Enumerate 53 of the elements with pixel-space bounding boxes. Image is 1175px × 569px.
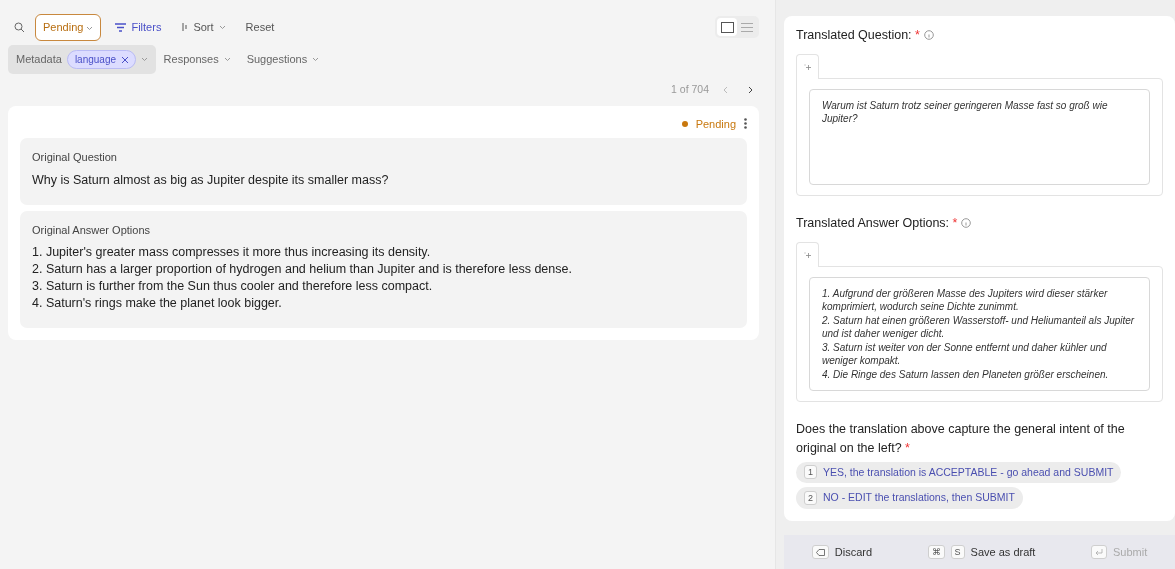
field-text: 4. Saturn's rings make the planet look bigger. bbox=[32, 295, 283, 312]
sparkle-tab[interactable] bbox=[796, 53, 819, 79]
caret-icon bbox=[223, 56, 231, 62]
caret-icon bbox=[140, 56, 148, 62]
question-title: Does the translation above capture the general intent of the original on the left? * bbox=[796, 421, 1126, 457]
sparkle-icon bbox=[804, 251, 811, 259]
answer-field[interactable]: Warum ist Saturn trotz seiner geringeren Masse fast so groß wie Jupiter? bbox=[809, 88, 1150, 185]
info-icon bbox=[961, 218, 972, 229]
sparkle-tab[interactable] bbox=[796, 241, 819, 267]
field-text: 2. Saturn has a larger proportion of hydrogen and helium than Jupiter and is therefore less dense. bbox=[32, 261, 573, 278]
field-title: Original Question bbox=[32, 150, 118, 165]
caret-icon bbox=[86, 25, 94, 31]
sparkle-icon bbox=[804, 64, 811, 72]
filters-button[interactable]: Filters bbox=[109, 15, 168, 40]
sort-button[interactable]: Sort bbox=[175, 15, 232, 40]
chevron-right-icon bbox=[748, 85, 753, 94]
card-view-toggle[interactable] bbox=[717, 18, 737, 37]
question-title: Translated Question: * bbox=[796, 27, 920, 44]
question-title: Translated Answer Options: * bbox=[796, 214, 958, 232]
filter-label: Responses bbox=[163, 51, 219, 67]
filter-dropdown[interactable]: Metadata language bbox=[8, 44, 156, 74]
record-status: Pending bbox=[695, 116, 736, 132]
caret-icon bbox=[312, 56, 320, 62]
square-icon bbox=[720, 21, 734, 33]
chevron-left-icon bbox=[723, 85, 728, 94]
more-icon bbox=[744, 118, 747, 130]
option-button[interactable]: 2 NO - EDIT the translations, then SUBMIT bbox=[796, 487, 1023, 509]
backspace-icon bbox=[815, 548, 825, 556]
filter-icon bbox=[115, 22, 127, 32]
discard-button[interactable]: Discard bbox=[805, 542, 879, 561]
info-icon bbox=[923, 30, 934, 41]
option-button[interactable]: 1 YES, the translation is ACCEPTABLE - go ahead and SUBMIT bbox=[796, 461, 1122, 484]
search-icon bbox=[14, 21, 25, 33]
filter-chip[interactable]: language bbox=[66, 49, 136, 69]
enter-icon bbox=[1094, 548, 1103, 556]
filter-label: Suggestions bbox=[246, 51, 308, 67]
list-icon bbox=[741, 22, 753, 32]
filter-label: Metadata bbox=[16, 51, 62, 67]
sort-icon bbox=[181, 22, 189, 33]
answer-field[interactable]: 1. Aufgrund der größeren Masse des Jupiters wird dieser stärker komprimiert, wodurch seine Dichte zunimmt. 2. Saturn hat einen größeren Wasserstoff- und Heliumanteil als Jupiter und ist daher weniger dicht. 3. Saturn ist weiter von der Sonne entfernt und daher kühler und weniger kompakt. 4. Die Ringe des Saturn lassen den Planeten größer erscheinen. bbox=[809, 276, 1150, 391]
filter-dropdown[interactable]: Responses bbox=[155, 45, 239, 73]
caret-icon bbox=[218, 24, 226, 30]
field-text: 1. Jupiter's greater mass compresses it more thus increasing its density. bbox=[32, 244, 432, 261]
field-text: 3. Saturn is further from the Sun thus cooler and therefore less compact. bbox=[32, 278, 434, 295]
field-text: Why is Saturn almost as big as Jupiter despite its smaller mass? bbox=[32, 171, 390, 189]
reset-button[interactable]: Reset bbox=[239, 15, 281, 40]
pagination-text: 1 of 704 bbox=[671, 81, 709, 97]
field-title: Original Answer Options bbox=[32, 222, 151, 238]
draft-button[interactable]: ⌘ S Save as draft bbox=[921, 542, 1042, 561]
status-dot-icon bbox=[681, 120, 688, 127]
close-icon bbox=[121, 56, 128, 63]
filter-dropdown[interactable]: Suggestions bbox=[238, 45, 328, 73]
status-filter-button[interactable]: Pending bbox=[35, 14, 102, 41]
